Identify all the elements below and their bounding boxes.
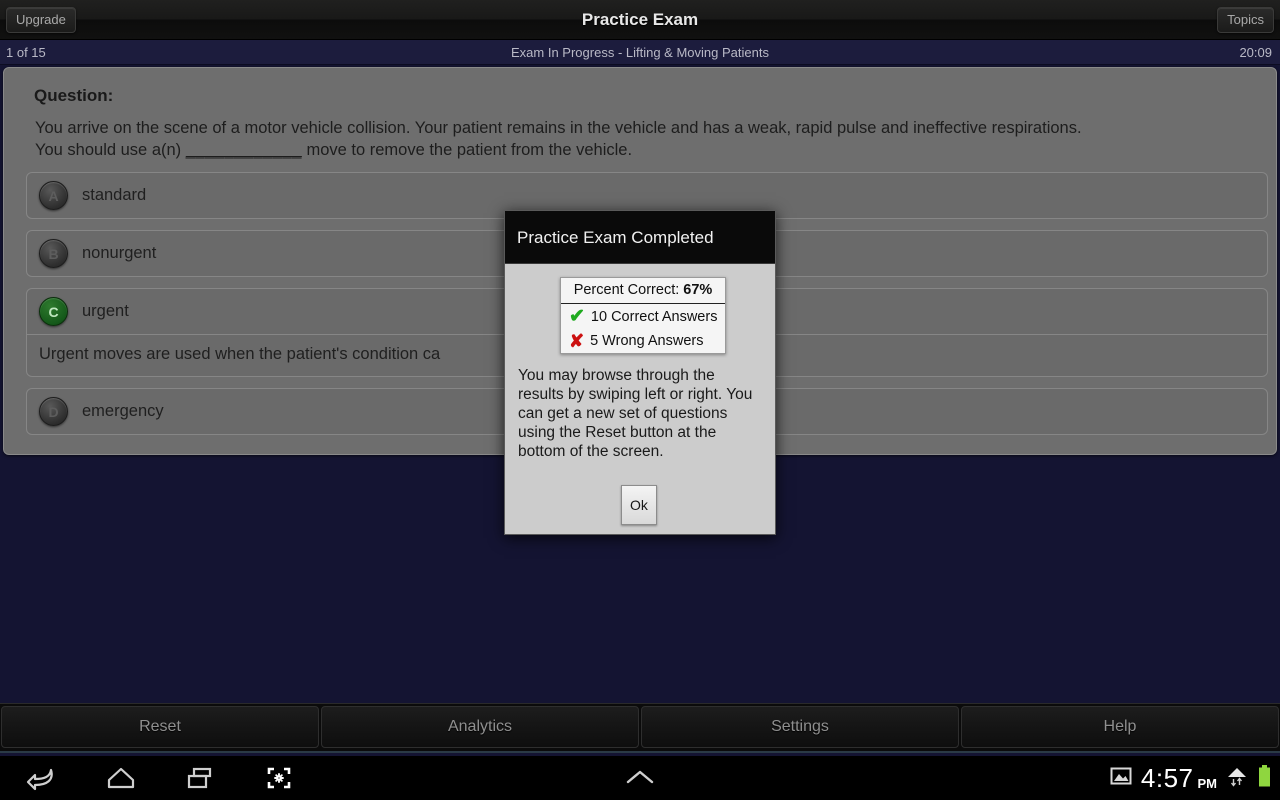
screenshot-icon[interactable] xyxy=(257,763,301,793)
correct-answers-text: 10 Correct Answers xyxy=(590,308,718,325)
exam-timer: 20:09 xyxy=(1239,45,1272,60)
android-nav-bar: 4:57 PM xyxy=(0,756,1280,800)
dialog-title: Practice Exam Completed xyxy=(505,211,775,264)
analytics-button[interactable]: Analytics xyxy=(321,706,639,748)
score-summary-box: Percent Correct: 67% ✔ 10 Correct Answer… xyxy=(560,277,726,354)
image-icon xyxy=(1110,766,1132,791)
help-button[interactable]: Help xyxy=(961,706,1279,748)
option-label-a: standard xyxy=(82,186,147,204)
option-badge-d: D xyxy=(39,397,68,426)
screen: Upgrade Practice Exam Topics 1 of 15 Exa… xyxy=(0,0,1280,800)
settings-button[interactable]: Settings xyxy=(641,706,959,748)
recent-apps-icon[interactable] xyxy=(178,763,222,793)
question-line-2-suffix: move to remove the patient from the vehi… xyxy=(301,141,633,159)
question-blank: ____________ xyxy=(185,141,302,159)
back-icon[interactable] xyxy=(20,763,64,793)
page-title: Practice Exam xyxy=(581,10,699,29)
status-icons: 4:57 PM xyxy=(1110,756,1272,800)
question-text: You arrive on the scene of a motor vehic… xyxy=(35,117,1257,161)
title-bar: Upgrade Practice Exam Topics xyxy=(0,0,1280,40)
dialog-ok-button[interactable]: Ok xyxy=(621,485,657,525)
question-line-1: You arrive on the scene of a motor vehic… xyxy=(35,119,1082,137)
exam-status-bar: 1 of 15 Exam In Progress - Lifting & Mov… xyxy=(0,40,1280,65)
option-label-d: emergency xyxy=(82,402,164,420)
wifi-icon xyxy=(1226,765,1248,792)
question-label: Question: xyxy=(34,86,114,105)
reset-button[interactable]: Reset xyxy=(1,706,319,748)
expand-chevron-icon[interactable] xyxy=(618,763,662,793)
bottom-toolbar: Reset Analytics Settings Help xyxy=(0,703,1280,753)
percent-correct-value: 67% xyxy=(683,282,713,298)
cross-icon: ✘ xyxy=(569,331,585,351)
battery-icon xyxy=(1257,764,1272,793)
dialog-body-text: You may browse through the results by sw… xyxy=(518,367,753,460)
percent-correct-label: Percent Correct: xyxy=(573,282,684,298)
option-label-b: nonurgent xyxy=(82,244,157,262)
option-label-c: urgent xyxy=(82,302,129,320)
option-badge-c: C xyxy=(39,297,68,326)
option-badge-a: A xyxy=(39,181,68,210)
check-icon: ✔ xyxy=(569,306,585,327)
exam-status-text: Exam In Progress - Lifting & Moving Pati… xyxy=(511,45,769,60)
clock: 4:57 xyxy=(1140,762,1194,793)
topics-button[interactable]: Topics xyxy=(1217,7,1274,33)
wrong-answers-row: ✘ 5 Wrong Answers xyxy=(561,329,725,353)
correct-answers-row: ✔ 10 Correct Answers xyxy=(561,304,725,329)
option-badge-b: B xyxy=(39,239,68,268)
question-line-2-prefix: You should use a(n) xyxy=(35,141,186,159)
wrong-answers-text: 5 Wrong Answers xyxy=(590,333,704,349)
clock-ampm: PM xyxy=(1197,775,1218,791)
home-icon[interactable] xyxy=(99,763,143,793)
percent-correct-row: Percent Correct: 67% xyxy=(561,278,725,304)
